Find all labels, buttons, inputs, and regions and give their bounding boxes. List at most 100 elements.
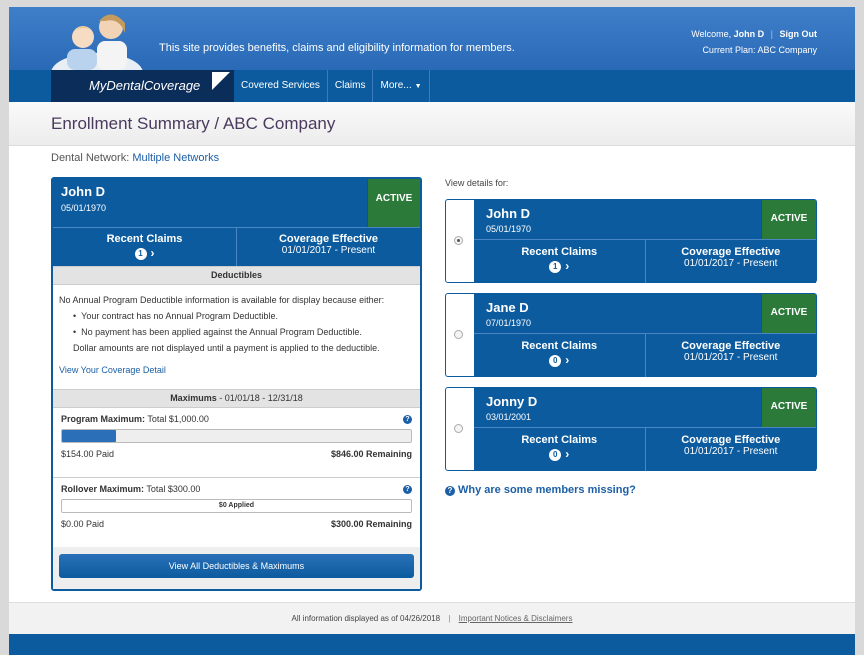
network-link[interactable]: Multiple Networks [132, 152, 219, 164]
member-radio[interactable] [454, 236, 463, 245]
title-bar: Enrollment Summary / ABC Company [9, 102, 855, 146]
coverage-effective: Coverage Effective 01/01/2017 - Present [644, 334, 817, 377]
chevron-right-icon: › [565, 447, 570, 461]
status-badge: ACTIVE [367, 179, 420, 227]
member-dob: 05/01/1970 [61, 203, 107, 213]
recent-claims-label: Recent Claims [521, 246, 598, 258]
deductibles-title: Deductibles [210, 270, 262, 280]
maximums-title: Maximums [170, 393, 217, 403]
program-max-label: Program Maximum: [61, 414, 146, 424]
help-icon[interactable]: ? [403, 485, 412, 494]
logo-text: MyDentalCoverage [89, 78, 201, 93]
welcome-prefix: Welcome, [691, 29, 732, 39]
recent-claims-label: Recent Claims [521, 340, 598, 352]
member-card-jonny[interactable]: Jonny D 03/01/2001 ACTIVE Recent Claims … [445, 387, 817, 471]
page-footer: All information displayed as of 04/26/20… [9, 602, 855, 634]
claims-count-badge: 0 [549, 355, 562, 367]
list-item: Your contract has no Annual Program Dedu… [73, 308, 414, 324]
coverage-label: Coverage Effective [681, 434, 781, 446]
member-card-details: Recent Claims 1 › Coverage Effective 01/0… [474, 239, 816, 283]
site-header: This site provides benefits, claims and … [9, 7, 855, 70]
sign-out-link[interactable]: Sign Out [780, 29, 818, 39]
recent-claims-link[interactable]: Recent Claims 1 › [53, 228, 236, 266]
deductibles-header: Deductibles [53, 266, 420, 285]
site-tagline: This site provides benefits, claims and … [159, 42, 515, 54]
nav-claims[interactable]: Claims [328, 70, 374, 102]
maximums-header: Maximums - 01/01/18 - 12/31/18 [53, 389, 420, 408]
bottom-bar [9, 634, 855, 655]
current-plan: Current Plan: ABC Company [702, 45, 817, 55]
separator: | [770, 29, 773, 39]
claims-count-badge: 0 [549, 449, 562, 461]
view-all-deductibles-button[interactable]: View All Deductibles & Maximums [59, 554, 414, 578]
missing-members-link[interactable]: ? Why are some members missing? [445, 484, 636, 496]
member-card-john[interactable]: John D 05/01/1970 ACTIVE Recent Claims 1… [445, 199, 817, 283]
member-card-details: Recent Claims 0 › Coverage Effective 01/0… [474, 333, 816, 377]
family-photo [51, 14, 143, 70]
program-max-total: Total $1,000.00 [147, 414, 209, 424]
user-name: John D [733, 29, 765, 39]
help-icon: ? [445, 486, 455, 496]
button-area: View All Deductibles & Maximums [53, 547, 420, 589]
dental-network: Dental Network: Multiple Networks [51, 152, 219, 164]
site-logo[interactable]: MyDentalCoverage [51, 70, 234, 102]
member-name: Jane D [486, 300, 529, 315]
page-frame: This site provides benefits, claims and … [9, 7, 855, 655]
chevron-right-icon: › [565, 353, 570, 367]
member-card-header: Jane D 07/01/1970 ACTIVE [474, 294, 816, 333]
view-details-label: View details for: [445, 178, 509, 188]
progress-fill [62, 430, 116, 442]
network-label: Dental Network: [51, 152, 130, 164]
program-max-remaining: $846.00 Remaining [330, 449, 412, 459]
claims-count-badge: 1 [549, 261, 562, 273]
caret-down-icon: ▼ [414, 83, 422, 90]
recent-claims-link[interactable]: Recent Claims 0 › [474, 334, 645, 377]
deductible-note: Dollar amounts are not displayed until a… [73, 343, 380, 353]
rollover-max-total: Total $300.00 [146, 484, 201, 494]
member-radio[interactable] [454, 424, 463, 433]
member-dob: 07/01/1970 [486, 318, 532, 328]
coverage-label: Coverage Effective [278, 233, 379, 245]
member-card-jane[interactable]: Jane D 07/01/1970 ACTIVE Recent Claims 0… [445, 293, 817, 377]
member-name: John D [486, 206, 531, 221]
recent-claims-link[interactable]: Recent Claims 1 › [474, 240, 645, 283]
coverage-value: 01/01/2017 - Present [684, 446, 778, 457]
coverage-value: 01/01/2017 - Present [684, 352, 778, 363]
main-nav: MyDentalCoverage Covered Services Claims… [9, 70, 855, 102]
rollover-max-remaining: $300.00 Remaining [330, 519, 412, 529]
user-welcome: Welcome, John D | Sign Out Current Plan:… [691, 26, 817, 58]
member-card-details: Recent Claims 0 › Coverage Effective 01/0… [474, 427, 816, 471]
rollover-max-progress: $0 Applied [61, 499, 412, 513]
coverage-effective: Coverage Effective 01/01/2017 - Present [644, 428, 817, 471]
missing-members-text: Why are some members missing? [458, 484, 636, 496]
coverage-label: Coverage Effective [681, 246, 781, 258]
help-icon[interactable]: ? [403, 415, 412, 424]
coverage-effective: Coverage Effective 01/01/2017 - Present [236, 228, 420, 266]
member-card-header: Jonny D 03/01/2001 ACTIVE [474, 388, 816, 427]
rollover-maximum: Rollover Maximum: Total $300.00 ? $0 App… [53, 478, 420, 548]
notices-link[interactable]: Important Notices & Disclaimers [459, 614, 573, 623]
member-name: John D [61, 184, 106, 199]
page-curl-icon [212, 72, 230, 90]
member-card-header: John D 05/01/1970 ACTIVE [474, 200, 816, 239]
recent-claims-label: Recent Claims [521, 434, 598, 446]
status-badge: ACTIVE [761, 200, 816, 239]
rollover-max-paid: $0.00 Paid [61, 519, 105, 529]
list-item: No payment has been applied against the … [73, 324, 414, 340]
status-badge: ACTIVE [761, 294, 816, 333]
program-max-paid: $154.00 Paid [61, 449, 115, 459]
recent-claims-link[interactable]: Recent Claims 0 › [474, 428, 645, 471]
summary-member-details: Recent Claims 1 › Coverage Effective 01/0… [53, 227, 420, 266]
member-radio[interactable] [454, 330, 463, 339]
as-of-text: All information displayed as of 04/26/20… [291, 614, 441, 623]
coverage-label: Coverage Effective [681, 340, 781, 352]
nav-more[interactable]: More... ▼ [373, 70, 430, 102]
coverage-effective: Coverage Effective 01/01/2017 - Present [644, 240, 817, 283]
nav-more-label: More... [380, 80, 412, 91]
page-title: Enrollment Summary / ABC Company [51, 114, 336, 133]
nav-covered-services[interactable]: Covered Services [234, 70, 328, 102]
coverage-detail-link[interactable]: View Your Coverage Detail [59, 362, 414, 378]
member-name: Jonny D [486, 394, 538, 409]
member-summary-panel: John D 05/01/1970 ACTIVE Recent Claims 1… [51, 177, 422, 591]
rollover-applied: $0 Applied [218, 502, 255, 509]
